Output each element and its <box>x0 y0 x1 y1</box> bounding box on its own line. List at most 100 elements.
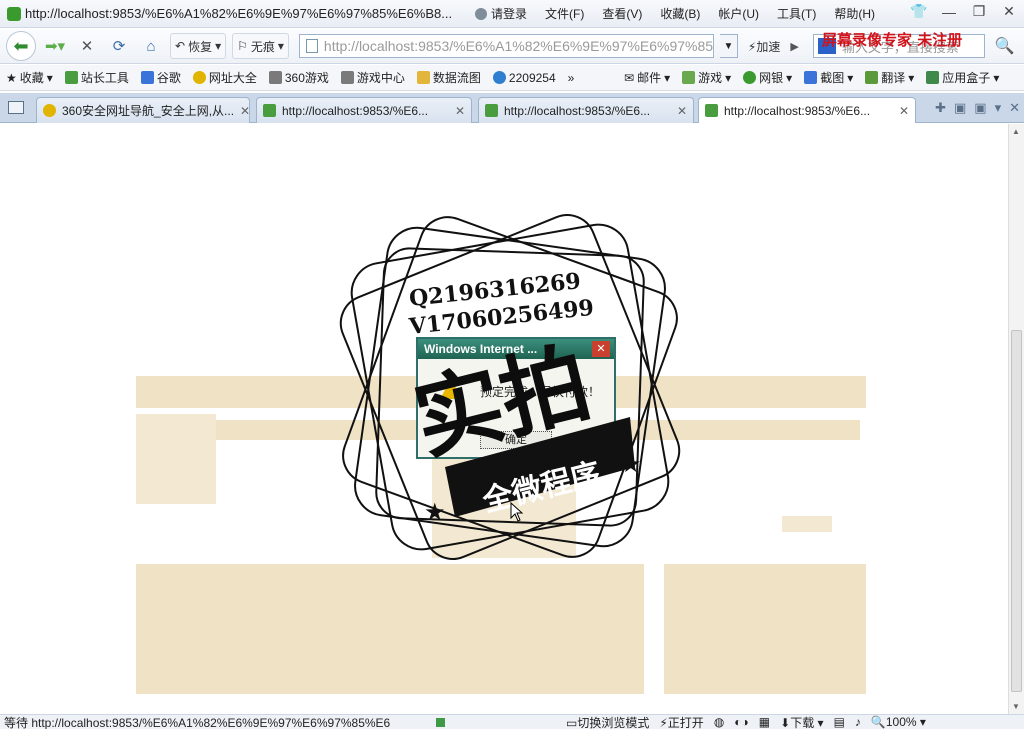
toggle-icon[interactable]: ◐◑ <box>734 715 749 729</box>
360-icon <box>192 71 206 84</box>
tab-close-icon[interactable]: ✕ <box>893 104 909 118</box>
back-button[interactable]: ⬅ <box>6 31 36 61</box>
stamp-wechat-text: V17060256499 <box>407 295 595 340</box>
gamepad-icon <box>682 71 696 84</box>
menu-account[interactable]: 帐户(U) <box>718 5 759 22</box>
bank-button[interactable]: 网银 ▾ <box>743 69 792 86</box>
status-bar: 等待 http://localhost:9853/%E6%A1%82%E6%9E… <box>0 714 1024 729</box>
fav-item-2209254[interactable]: 2209254 <box>492 71 556 85</box>
scroll-down-icon[interactable]: ▼ <box>1012 702 1020 711</box>
window-controls: 👕 — ❐ ✕ <box>910 3 1018 20</box>
screenshot-button[interactable]: 截图 ▾ <box>804 69 853 86</box>
app-box-button[interactable]: 应用盒子 ▾ <box>926 69 999 86</box>
restore-button[interactable]: ↶ 恢复 ▾ <box>170 33 227 59</box>
page-small-block <box>782 516 832 532</box>
360-icon <box>43 104 56 117</box>
volume-icon[interactable]: ♪ <box>855 715 861 729</box>
accelerate-button[interactable]: ⚡加速 <box>744 38 784 55</box>
new-tab-icon[interactable]: ✚ <box>935 100 946 116</box>
tab-tools: ✚ ▣ ▣ ▾ ✕ <box>935 100 1020 116</box>
login-link[interactable]: 请登录 <box>475 5 527 22</box>
page-center-block <box>432 454 576 558</box>
user-icon <box>475 7 487 20</box>
tab-localhost-2[interactable]: http://localhost:9853/%E6... ✕ <box>478 97 694 123</box>
incognito-button[interactable]: ⚐ 无痕 ▾ <box>232 33 289 59</box>
maximize-icon[interactable]: ❐ <box>970 3 988 20</box>
mail-button[interactable]: ✉ 邮件 ▾ <box>624 69 670 86</box>
menu-file[interactable]: 文件(F) <box>545 5 584 22</box>
page-footer-right-block <box>664 564 866 694</box>
box-icon <box>926 71 940 84</box>
translate-button[interactable]: 翻译 ▾ <box>865 69 914 86</box>
bank-icon <box>743 71 757 84</box>
ie-icon <box>492 71 506 84</box>
menu-help[interactable]: 帮助(H) <box>834 5 875 22</box>
fav-item-webmaster-tools[interactable]: 站长工具 <box>64 69 129 86</box>
translate-icon <box>865 71 879 84</box>
zoom-control[interactable]: 🔍100% ▾ <box>871 715 926 729</box>
menu-view[interactable]: 查看(V) <box>602 5 642 22</box>
tab-360-navigation[interactable]: 360安全网址导航_安全上网,从... ✕ <box>36 97 250 123</box>
fav-item-url-directory[interactable]: 网址大全 <box>192 69 257 86</box>
tab-localhost-active[interactable]: http://localhost:9853/%E6... ✕ <box>698 97 916 123</box>
scissors-icon <box>804 71 818 84</box>
close-icon[interactable]: ✕ <box>1000 3 1018 20</box>
scroll-up-icon[interactable]: ▲ <box>1012 127 1020 136</box>
stop-button[interactable]: ✕ <box>74 33 100 59</box>
skin-icon[interactable]: 👕 <box>910 3 928 20</box>
stamp-qq-text: Q2196316269 <box>408 268 582 312</box>
scrollbar-thumb[interactable] <box>1011 330 1022 692</box>
tab-localhost-1[interactable]: http://localhost:9853/%E6... ✕ <box>256 97 472 123</box>
address-text: http://localhost:9853/%E6%A1%82%E6%9E%97… <box>323 38 714 54</box>
page-icon <box>705 104 718 117</box>
tab-close-icon[interactable]: ✕ <box>449 104 465 118</box>
favorites-menu[interactable]: ★ 收藏 ▾ <box>6 69 53 86</box>
vertical-scrollbar[interactable]: ▲ ▼ <box>1008 124 1024 714</box>
tab-restore-icon[interactable]: ▣ <box>974 100 986 116</box>
favorites-more-button[interactable]: » <box>568 71 575 85</box>
recorder-watermark: 屏幕录像专家 未注册 <box>822 31 963 49</box>
dialog-title: Windows Internet ... <box>418 339 614 359</box>
dialog-close-icon[interactable]: ✕ <box>592 341 610 357</box>
tab-close-icon[interactable]: ✕ <box>671 104 687 118</box>
menu-favorites[interactable]: 收藏(B) <box>660 5 700 22</box>
minimize-icon[interactable]: — <box>940 4 958 20</box>
close-all-tabs-icon[interactable]: ✕ <box>1009 100 1020 116</box>
home-button[interactable]: ⌂ <box>138 33 164 59</box>
dialog-message: 预定完成，尽快付款！ <box>480 385 601 399</box>
forward-button[interactable]: ➡▾ <box>42 33 68 59</box>
address-bar[interactable]: http://localhost:9853/%E6%A1%82%E6%9E%97… <box>298 34 714 58</box>
status-tools: ▭切换浏览模式 ⚡正打开 ◍ ◐◑ ▦ ⬇下载 ▾ ▤ ♪ 🔍100% ▾ <box>566 715 926 729</box>
games-button[interactable]: 游戏 ▾ <box>682 69 731 86</box>
switch-mode-button[interactable]: ▭切换浏览模式 <box>566 715 649 729</box>
alert-dialog: Windows Internet ... ✕ 预定完成，尽快付款！ 确定 <box>416 337 616 459</box>
folder-icon <box>416 71 430 84</box>
menu-bar: 请登录 文件(F) 查看(V) 收藏(B) 帐户(U) 工具(T) 帮助(H) <box>475 5 875 22</box>
menu-tools[interactable]: 工具(T) <box>777 5 816 22</box>
tab-list-icon[interactable]: ▣ <box>954 100 966 116</box>
title-bar: http://localhost:9853/%E6%A1%82%E6%9E%97… <box>0 0 1024 28</box>
window-title: http://localhost:9853/%E6%A1%82%E6%9E%97… <box>25 6 453 21</box>
tab-bar: 360安全网址导航_安全上网,从... ✕ http://localhost:98… <box>0 93 1024 123</box>
search-icon[interactable]: 🔍 <box>995 36 1015 56</box>
tab-close-icon[interactable]: ✕ <box>234 104 249 118</box>
page-icon <box>305 39 318 53</box>
address-dropdown-button[interactable]: ▼ <box>719 34 738 58</box>
tab-menu-icon[interactable]: ▾ <box>995 100 1002 116</box>
progress-icon <box>436 717 445 727</box>
page-footer-left-block <box>136 564 644 694</box>
globe-icon[interactable]: ◍ <box>714 715 724 729</box>
refresh-button[interactable]: ⟳ <box>106 33 132 59</box>
fav-item-google[interactable]: 谷歌 <box>140 69 181 86</box>
grid-icon[interactable]: ▦ <box>759 715 770 729</box>
page-tools-icon[interactable]: ▤ <box>834 715 845 729</box>
favorites-right-tools: ✉ 邮件 ▾ 游戏 ▾ 网银 ▾ 截图 ▾ 翻译 ▾ 应用盒子 ▾ <box>624 69 1011 86</box>
dialog-ok-button[interactable]: 确定 <box>480 431 552 449</box>
fav-item-360-games[interactable]: 360游戏 <box>268 69 329 86</box>
download-button[interactable]: ⬇下载 ▾ <box>780 715 823 729</box>
status-text: 等待 http://localhost:9853/%E6%A1%82%E6%9E… <box>4 715 391 729</box>
go-button[interactable]: ▶ <box>790 40 798 53</box>
fav-item-data-flow[interactable]: 数据流图 <box>416 69 481 86</box>
fav-item-game-center[interactable]: 游戏中心 <box>340 69 405 86</box>
sidebar-toggle-icon[interactable] <box>8 101 24 114</box>
